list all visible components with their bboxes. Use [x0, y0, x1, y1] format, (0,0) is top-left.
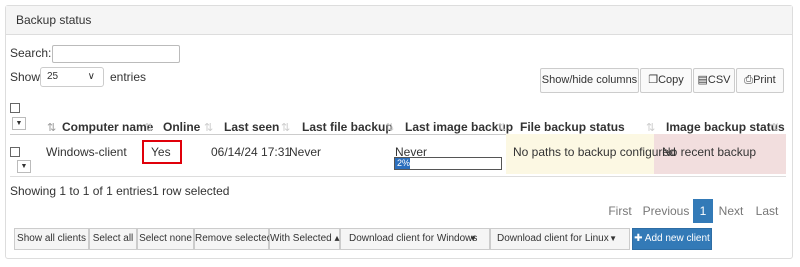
print-label: Print	[753, 74, 776, 86]
cell-image-backup-status: No recent backup	[662, 145, 757, 159]
pagination-last[interactable]: Last	[750, 199, 784, 223]
progress-label: 2%	[397, 158, 410, 168]
header-file-backup-status[interactable]: File backup status	[520, 120, 625, 134]
csv-button[interactable]: ▤CSV	[693, 68, 735, 93]
row-checkbox[interactable]	[10, 147, 20, 157]
copy-button[interactable]: ❐Copy	[640, 68, 692, 93]
select-all-button[interactable]: Select all	[89, 228, 137, 250]
caret-down-icon: ▼	[609, 234, 617, 243]
csv-label: CSV	[707, 74, 731, 86]
caret-down-icon: ▼	[469, 234, 477, 243]
with-selected-button[interactable]: With Selected ▴	[269, 228, 340, 250]
search-input[interactable]	[52, 45, 180, 63]
sort-icon: ⇅	[144, 122, 153, 134]
image-backup-progress-bar: 2%	[394, 157, 502, 170]
pagination-page-1[interactable]: 1	[693, 199, 713, 223]
show-hide-columns-button[interactable]: Show/hide columns	[540, 68, 639, 93]
select-none-label: Select none	[139, 233, 192, 244]
header-computer-name[interactable]: Computer name	[62, 120, 153, 134]
pagination-previous-label: Previous	[642, 204, 690, 218]
sort-icon: ⇅	[771, 122, 780, 134]
entries-label: entries	[110, 70, 147, 84]
pagination-last-label: Last	[755, 204, 779, 218]
sort-icon: ⇅	[385, 122, 394, 134]
sort-icon: ⇅	[47, 122, 56, 134]
sort-icon: ⇅	[281, 122, 290, 134]
cell-computer-name: Windows-client	[46, 145, 127, 159]
pagination-current-label: 1	[699, 204, 707, 218]
download-windows-label: Download client for Windows	[349, 233, 478, 244]
with-selected-label: With Selected ▴	[270, 233, 340, 244]
select-none-button[interactable]: Select none	[137, 228, 194, 250]
add-new-client-button[interactable]: ✚ Add new client	[632, 228, 712, 250]
row-divider	[10, 176, 786, 177]
chevron-down-icon: ∨	[87, 71, 95, 82]
select-all-checkbox[interactable]	[10, 103, 20, 113]
show-hide-columns-label: Show/hide columns	[541, 74, 638, 86]
header-row-menu-dropdown[interactable]: ▼	[12, 117, 26, 130]
remove-selected-label: Remove selected	[195, 233, 273, 244]
search-label: Search:	[10, 46, 52, 60]
show-label: Show	[10, 70, 41, 84]
panel-title: Backup status	[6, 6, 792, 35]
print-button[interactable]: ⎙Print	[736, 68, 784, 93]
entries-selected-value: 25	[47, 71, 59, 82]
show-all-clients-label: Show all clients	[17, 233, 86, 244]
cell-last-file-backup: Never	[289, 145, 322, 159]
header-last-seen[interactable]: Last seen	[224, 120, 279, 134]
download-linux-client-button[interactable]: Download client for Linux ▼	[490, 228, 630, 250]
select-all-label: Select all	[92, 233, 134, 244]
cell-last-seen: 06/14/24 17:31	[211, 145, 292, 159]
cell-file-backup-status: No paths to backup configured	[513, 145, 676, 159]
sort-icon: ⇅	[204, 122, 213, 134]
progress-fill: 2%	[395, 158, 410, 169]
remove-selected-button[interactable]: Remove selected	[194, 228, 273, 250]
download-linux-label: Download client for Linux	[497, 233, 609, 244]
pagination-next[interactable]: Next	[713, 199, 749, 223]
sort-icon: ⇅	[646, 122, 655, 134]
pagination-first-label: First	[608, 204, 632, 218]
plus-icon: ✚	[634, 233, 645, 244]
download-windows-client-button[interactable]: Download client for Windows ▼	[340, 228, 490, 250]
header-last-file-backup[interactable]: Last file backup	[302, 120, 393, 134]
copy-icon: ❐	[648, 74, 659, 86]
cell-online: Yes	[151, 145, 171, 159]
header-image-backup-status[interactable]: Image backup status	[666, 120, 785, 134]
header-online[interactable]: Online	[163, 120, 200, 134]
add-new-client-label: Add new client	[644, 233, 710, 244]
pagination-first[interactable]: First	[600, 199, 640, 223]
show-all-clients-button[interactable]: Show all clients	[14, 228, 89, 250]
pagination-previous[interactable]: Previous	[640, 199, 692, 223]
entries-select[interactable]: 25 ∨	[40, 67, 104, 87]
csv-icon: ▤	[697, 74, 708, 86]
sort-icon: ⇅	[497, 122, 506, 134]
print-icon: ⎙	[744, 74, 754, 86]
pagination-next-label: Next	[718, 204, 744, 218]
table-info: Showing 1 to 1 of 1 entries1 row selecte…	[10, 184, 230, 198]
copy-label: Copy	[658, 74, 684, 86]
row-menu-dropdown[interactable]: ▼	[17, 160, 31, 173]
